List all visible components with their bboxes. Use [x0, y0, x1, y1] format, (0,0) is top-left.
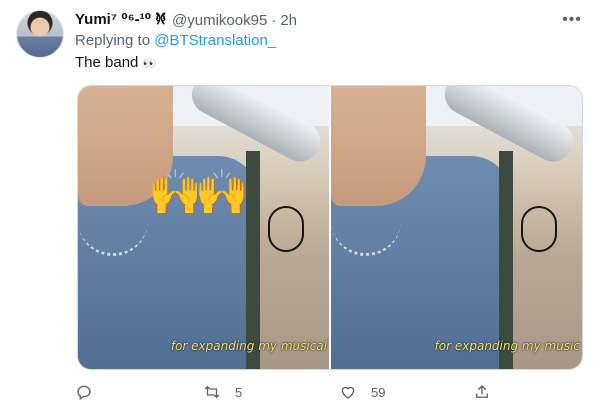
tweet-timestamp[interactable]: 2h [280, 12, 297, 29]
image-mic-stand [499, 151, 513, 369]
like-button[interactable]: 59 [339, 380, 385, 404]
tweet-header: Yumi⁷ 𐦍 ⁰⁶-¹⁰ @yumikook95 · 2h [75, 10, 297, 30]
replying-to-link[interactable]: @BTStranslation_ [154, 32, 276, 49]
reply-button[interactable] [75, 380, 107, 404]
retweet-button[interactable]: 5 [203, 380, 242, 404]
like-count: 59 [371, 384, 386, 400]
more-horizontal-icon: ••• [562, 11, 582, 28]
retweet-count: 5 [235, 384, 243, 400]
author-name[interactable]: Yumi⁷ 𐦍 ⁰⁶-¹⁰ [75, 10, 166, 31]
heart-icon [341, 386, 355, 399]
tweet-actions: 5 59 [75, 380, 595, 404]
image-neck [331, 86, 426, 206]
avatar[interactable] [16, 10, 64, 58]
replying-to-label: Replying to [75, 32, 151, 49]
author-handle[interactable]: @yumikook95 [172, 12, 267, 29]
tweet-text-body: The band [75, 54, 139, 71]
image-mic-stand [246, 151, 260, 369]
tweet-media[interactable]: 🙌🙌 for expanding my musical for expandin… [77, 85, 583, 370]
reply-icon [77, 385, 91, 401]
tweet-text: The band 👀 [75, 54, 157, 71]
retweet-icon [204, 385, 220, 399]
share-button[interactable] [473, 380, 505, 404]
replying-to-line: Replying to @BTStranslation_ [75, 32, 276, 49]
tweet[interactable]: Yumi⁷ 𐦍 ⁰⁶-¹⁰ @yumikook95 · 2h ••• Reply… [0, 0, 607, 407]
media-caption-right: for expanding my music [434, 339, 580, 353]
image-cable [521, 206, 557, 252]
media-caption-left: for expanding my musical [170, 339, 327, 353]
header-separator: · [271, 11, 277, 29]
eyes-emoji: 👀 [142, 58, 157, 70]
raised-hands-emoji-overlay: 🙌🙌 [148, 168, 250, 217]
share-icon [476, 385, 488, 398]
image-cable [268, 206, 304, 252]
media-image-right[interactable]: for expanding my music [331, 86, 582, 369]
media-image-left[interactable]: 🙌🙌 for expanding my musical [78, 86, 329, 369]
more-options-button[interactable]: ••• [562, 10, 582, 30]
